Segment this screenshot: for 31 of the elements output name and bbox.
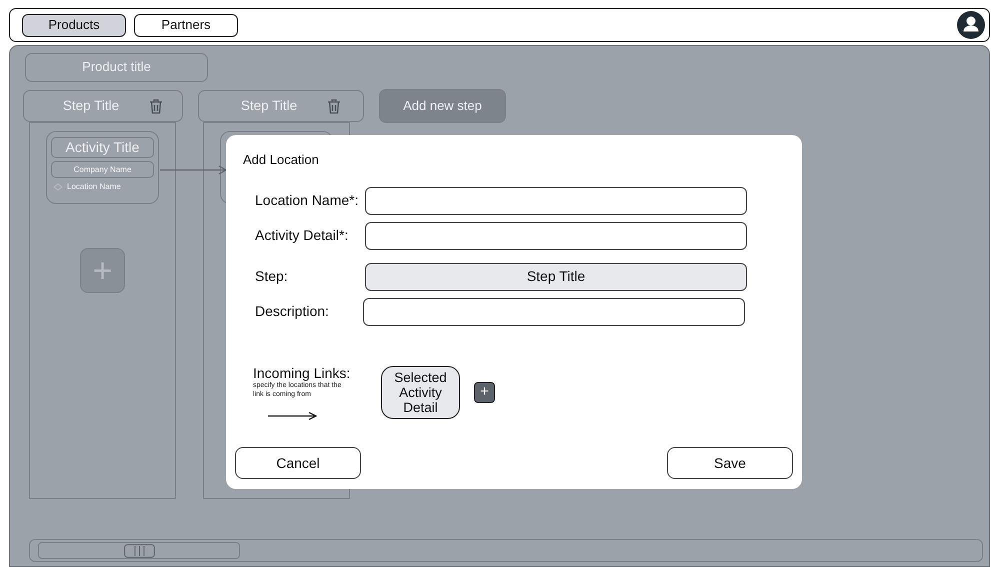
avatar-icon[interactable] bbox=[957, 11, 985, 39]
trash-icon[interactable] bbox=[327, 98, 342, 114]
text-field[interactable] bbox=[365, 186, 747, 214]
dialog-title: Add Location bbox=[243, 151, 320, 169]
incoming-links-label: Incoming Links: bbox=[253, 366, 352, 380]
field-label: Step: bbox=[255, 267, 289, 286]
step-select[interactable]: Step Title bbox=[365, 262, 747, 290]
add-step-button[interactable]: Add new step bbox=[379, 89, 506, 123]
text-field[interactable] bbox=[365, 222, 747, 250]
scrollbar[interactable] bbox=[29, 539, 983, 562]
connector-arrow bbox=[160, 165, 228, 175]
scroll-grip-icon[interactable] bbox=[124, 544, 154, 558]
activity-title: Activity Title bbox=[51, 137, 154, 158]
step-title: Step Title bbox=[62, 96, 120, 115]
location-name: Location Name bbox=[67, 181, 121, 193]
trash-icon[interactable] bbox=[149, 98, 164, 114]
scrollbar-thumb[interactable] bbox=[38, 542, 240, 559]
cancel-button[interactable]: Cancel bbox=[235, 447, 361, 479]
field-label: Activity Detail*: bbox=[255, 226, 350, 245]
add-link-button[interactable]: + bbox=[474, 382, 495, 402]
description-field[interactable] bbox=[363, 298, 745, 326]
field-label: Description: bbox=[255, 302, 330, 321]
nav-tab[interactable]: Partners bbox=[134, 14, 238, 36]
nav-tab[interactable]: Products bbox=[22, 14, 126, 36]
step-title: Step Title bbox=[240, 96, 298, 115]
arrow-icon bbox=[267, 410, 319, 420]
selected-activity-chip[interactable]: Selected Activity Detail bbox=[381, 366, 460, 418]
diamond-icon bbox=[53, 183, 63, 191]
company-name: Company Name bbox=[51, 161, 154, 178]
save-button[interactable]: Save bbox=[667, 447, 793, 479]
field-label: Location Name*: bbox=[255, 191, 360, 210]
